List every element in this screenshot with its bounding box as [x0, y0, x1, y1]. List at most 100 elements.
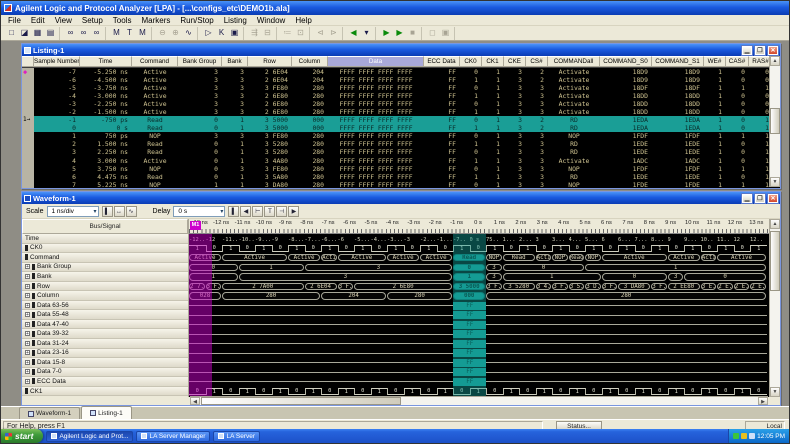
menu-setup[interactable]: Setup — [77, 15, 108, 26]
next-marker-icon[interactable]: M — [136, 27, 149, 39]
signal-label-data-55-48[interactable]: + Data 55-48 — [22, 310, 188, 320]
expand-icon[interactable]: + — [25, 302, 30, 308]
waveform-maximize-button[interactable]: ❐ — [754, 192, 766, 204]
tray-network-icon[interactable] — [749, 433, 756, 439]
column-header-command-s1[interactable]: COMMAND_S1 — [652, 56, 704, 67]
scroll-left-icon[interactable]: ◀ — [190, 397, 200, 405]
prev-marker-icon[interactable]: M — [110, 27, 123, 39]
signal-label-data-63-56[interactable]: + Data 63-56 — [22, 300, 188, 311]
m1-marker-badge[interactable]: M1 — [190, 221, 201, 230]
run-icon[interactable]: ▶ — [380, 27, 393, 39]
goto-next-edge-icon[interactable]: ⊣ — [276, 205, 288, 217]
signal-label-data-7-0[interactable]: + Data 7-0 — [22, 367, 188, 378]
column-header-ck1[interactable]: CK1 — [482, 56, 504, 67]
signal-label-data-47-40[interactable]: + Data 47-40 — [22, 319, 188, 330]
zoom-out-time-icon[interactable]: ∿ — [125, 205, 137, 217]
column-header-commandall[interactable]: COMMANDall — [548, 56, 600, 67]
signal-label-row[interactable]: + Row — [22, 281, 188, 292]
signal-label-column[interactable]: + Column — [22, 291, 188, 301]
column-header-cke[interactable]: CKE — [504, 56, 526, 67]
column-header-bank-group[interactable]: Bank Group — [178, 56, 222, 67]
run-repetitive-icon[interactable]: ▶ — [393, 27, 406, 39]
scroll-down-icon[interactable]: ▼ — [770, 177, 780, 187]
delay-combobox[interactable]: 0 s — [173, 205, 226, 217]
expand-icon[interactable]: + — [25, 273, 30, 279]
listing-titlebar[interactable]: Listing-1 ▁ ❐ ✕ — [22, 44, 780, 56]
zoom-fit-icon[interactable]: ∿ — [182, 27, 195, 39]
listing-row[interactable]: 6 4.475 ns Read 0 1 3 5A80 280 FFFF FFFF FFFF F… — [22, 172, 780, 181]
waveform-vertical-scrollbar[interactable]: ▲ ▼ — [769, 219, 780, 397]
expand-icon[interactable]: + — [25, 283, 30, 289]
listing-row[interactable]: ◆ -7 -5.250 ns Active 3 3 2 6E04 204 FFFF FFFF F… — [22, 68, 780, 77]
signal-label-bank[interactable]: + Bank — [22, 272, 188, 282]
column-header-command-s0[interactable]: COMMAND_S0 — [600, 56, 652, 67]
place-marker-icon[interactable]: T — [123, 27, 136, 39]
goto-trigger-icon[interactable]: T — [264, 205, 276, 217]
delay-lock-icon[interactable]: ▌ — [228, 205, 240, 217]
signal-label-bank-group[interactable]: + Bank Group — [22, 262, 188, 273]
column-header-cas-[interactable]: CAS# — [726, 56, 749, 67]
waveform-horizontal-scrollbar[interactable]: ◀ ▶ — [190, 396, 768, 405]
signal-label-data-31-24[interactable]: + Data 31-24 — [22, 339, 188, 349]
tray-agent-icon[interactable] — [733, 433, 740, 439]
goto-end-icon[interactable]: ▶ — [288, 205, 300, 217]
open-icon[interactable]: ◪ — [18, 27, 31, 39]
stop-at-icon[interactable]: ▣ — [228, 27, 241, 39]
listing-row[interactable]: -3 -2.250 ns Active 3 3 2 6E80 280 FFFF FFFF FF… — [22, 100, 780, 109]
expand-icon[interactable]: + — [25, 350, 30, 356]
find-prev-icon[interactable]: ∞ — [90, 27, 103, 39]
listing-row[interactable]: -6 -4.500 ns Active 3 3 2 6E04 204 FFFF FFFF FF… — [22, 76, 780, 85]
signal-label-ck0[interactable]: CK0 — [22, 243, 188, 254]
signal-label-ecc-data[interactable]: + ECC Data — [22, 377, 188, 387]
expand-icon[interactable]: + — [25, 378, 30, 384]
scale-combobox[interactable]: 1 ns/div — [46, 205, 99, 217]
waveform-plot-area[interactable]: M1 -13 ns-12 ns-11 ns-10 ns-9 ns-8 ns-7 … — [189, 219, 780, 397]
signal-label-ck1[interactable]: CK1 — [22, 386, 188, 397]
save-icon[interactable]: ▦ — [31, 27, 44, 39]
column-header-row[interactable]: Row — [248, 56, 292, 67]
expand-icon[interactable]: + — [25, 321, 30, 327]
menu-runstop[interactable]: Run/Stop — [175, 15, 218, 26]
listing-row[interactable]: -5 -3.750 ns Active 3 3 3 FE80 280 FFFF FFFF FF… — [22, 84, 780, 93]
scroll-up-icon[interactable]: ▲ — [770, 56, 780, 66]
expand-icon[interactable]: + — [25, 293, 30, 299]
goto-prev-edge-icon[interactable]: ⊢ — [252, 205, 264, 217]
sound-dropdown-icon[interactable]: ▾ — [360, 27, 373, 39]
new-icon[interactable]: □ — [5, 27, 18, 39]
menu-view[interactable]: View — [50, 15, 77, 26]
menu-markers[interactable]: Markers — [136, 15, 175, 26]
signal-label-time[interactable]: Time — [22, 234, 188, 244]
menu-help[interactable]: Help — [290, 15, 316, 26]
scale-lock-icon[interactable]: ▌ — [101, 205, 113, 217]
column-header-command[interactable]: Command — [132, 56, 178, 67]
column-header-data[interactable]: Data — [328, 56, 424, 67]
signal-label-data-23-16[interactable]: + Data 23-16 — [22, 348, 188, 359]
column-header-time[interactable]: Time — [80, 56, 132, 67]
find-icon[interactable]: ∞ — [64, 27, 77, 39]
listing-minimize-button[interactable]: ▁ — [741, 44, 753, 56]
column-header-ck0[interactable]: CK0 — [460, 56, 482, 67]
expand-icon[interactable]: + — [25, 369, 30, 375]
waveform-scroll-thumb[interactable] — [770, 231, 780, 291]
signal-label-command[interactable]: Command — [22, 253, 188, 263]
sound-icon[interactable]: ◀ — [347, 27, 360, 39]
listing-row[interactable]: 1→ -1 -750 ps Read 0 1 3 5000 000 FFFF FFFF FFFF… — [22, 116, 780, 125]
scroll-up-icon[interactable]: ▲ — [770, 219, 780, 229]
print-icon[interactable]: ▤ — [44, 27, 57, 39]
run-until-icon[interactable]: K — [215, 27, 228, 39]
menu-listing[interactable]: Listing — [219, 15, 252, 26]
scroll-down-icon[interactable]: ▼ — [770, 387, 780, 397]
find-next-icon[interactable]: ∞ — [77, 27, 90, 39]
column-header-we-[interactable]: WE# — [704, 56, 726, 67]
scroll-right-icon[interactable]: ▶ — [758, 397, 768, 405]
waveform-minimize-button[interactable]: ▁ — [741, 192, 753, 204]
expand-icon[interactable]: + — [25, 331, 30, 337]
menu-edit[interactable]: Edit — [26, 15, 50, 26]
listing-scroll-thumb[interactable] — [770, 108, 780, 134]
tray-shield-icon[interactable] — [741, 433, 748, 439]
goto-trigger-icon[interactable]: ▷ — [202, 27, 215, 39]
expand-icon[interactable]: + — [25, 264, 30, 270]
expand-icon[interactable]: + — [25, 340, 30, 346]
expand-icon[interactable]: + — [25, 359, 30, 365]
column-header-sample-number[interactable]: Sample Number — [34, 56, 80, 67]
